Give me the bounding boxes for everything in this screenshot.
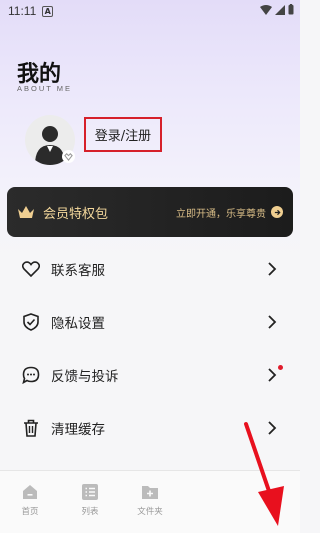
- chevron-right-icon: [268, 367, 277, 382]
- menu-item-contact-support[interactable]: 联系客服: [7, 242, 293, 295]
- crown-icon: [18, 206, 34, 218]
- menu-item-label: 反馈与投诉: [51, 368, 119, 385]
- status-bar: 11:11 A: [0, 0, 300, 22]
- notification-dot: [278, 365, 283, 370]
- vip-cta[interactable]: 立即开通，乐享尊贵: [176, 205, 283, 220]
- tab-label: 文件夹: [137, 507, 163, 517]
- vip-title: 会员特权包: [43, 206, 109, 222]
- trash-icon: [21, 418, 41, 438]
- tab-list[interactable]: 列表: [60, 471, 120, 533]
- notification-icon: A: [42, 5, 54, 17]
- page-subtitle: ABOUT ME: [17, 84, 73, 93]
- heart-icon: [21, 259, 41, 279]
- chevron-right-icon: [268, 314, 277, 329]
- menu-item-privacy-settings[interactable]: 隐私设置: [7, 295, 293, 348]
- avatar-badge-icon: [62, 150, 75, 163]
- list-icon: [82, 484, 98, 500]
- tab-label: 列表: [81, 507, 99, 517]
- menu-item-label: 联系客服: [51, 262, 105, 279]
- menu-item-label: 清理缓存: [51, 421, 105, 438]
- status-icons: [260, 4, 294, 15]
- status-time: 11:11: [8, 4, 37, 18]
- tab-label: 首页: [21, 507, 39, 517]
- menu-item-feedback-complaints[interactable]: 反馈与投诉: [7, 348, 293, 401]
- wifi-icon: [260, 4, 272, 15]
- chevron-right-icon: [268, 261, 277, 276]
- chat-bubble-icon: [21, 365, 41, 385]
- menu-item-label: 隐私设置: [51, 315, 105, 332]
- login-register-button[interactable]: 登录/注册: [84, 117, 162, 152]
- tab-folder[interactable]: 文件夹: [120, 471, 180, 533]
- login-register-label: 登录/注册: [94, 129, 152, 144]
- home-icon: [23, 485, 37, 499]
- folder-add-icon: [142, 486, 158, 499]
- shield-check-icon: [21, 312, 41, 332]
- arrow-right-circle-icon: [271, 206, 283, 218]
- signal-icon: [275, 4, 285, 15]
- vip-cta-label: 立即开通，乐享尊贵: [176, 208, 266, 220]
- vip-banner[interactable]: 会员特权包 立即开通，乐享尊贵: [7, 187, 293, 237]
- red-arrow-annotation-icon: [244, 422, 284, 526]
- tab-home[interactable]: 首页: [0, 471, 60, 533]
- battery-icon: [288, 4, 294, 15]
